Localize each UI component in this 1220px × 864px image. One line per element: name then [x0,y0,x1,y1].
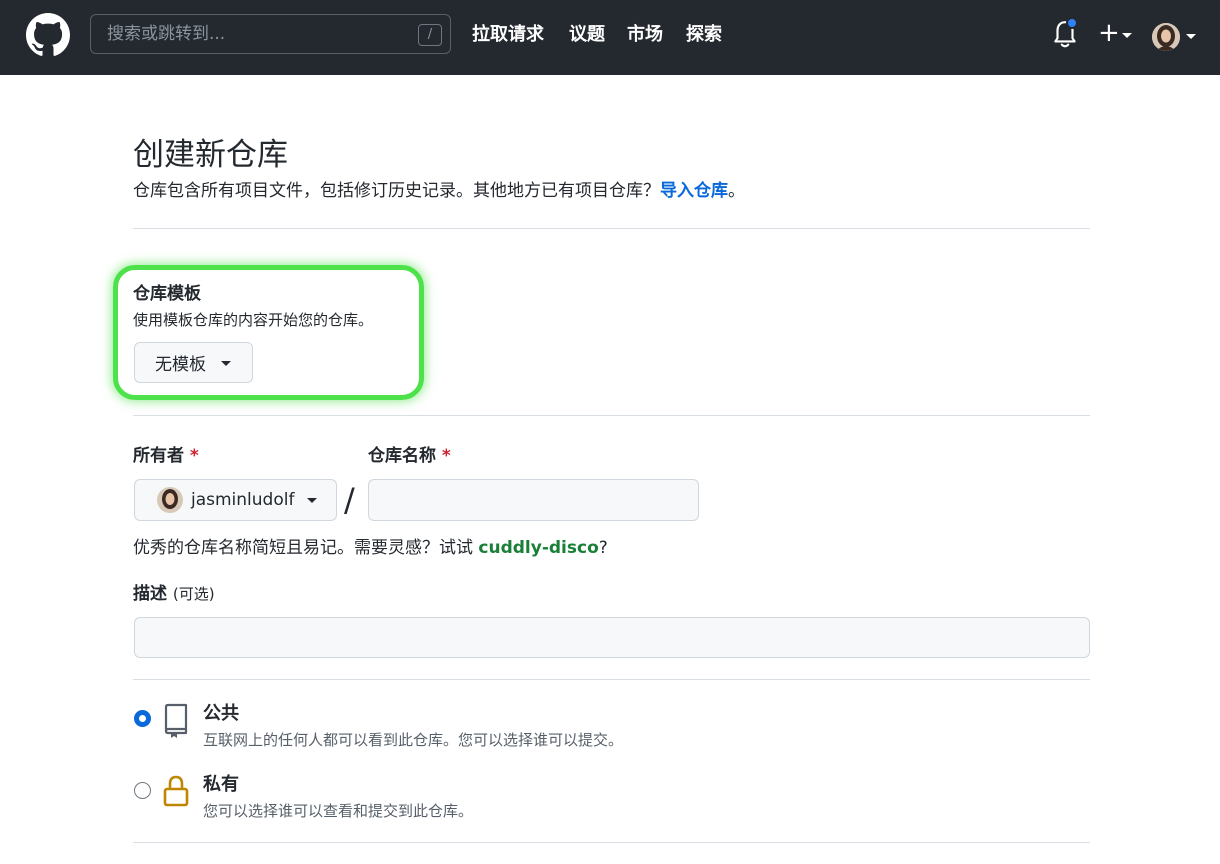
chevron-down-icon [1122,33,1132,38]
user-avatar[interactable] [1152,23,1180,51]
page-subtitle: 仓库包含所有项目文件，包括修订历史记录。其他地方已有项目仓库？导入仓库。 [133,181,745,201]
search-input[interactable] [91,15,411,53]
nav-explore[interactable]: 探索 [686,22,722,48]
visibility-public-radio[interactable] [134,710,151,727]
import-repository-link[interactable]: 导入仓库 [660,181,728,201]
repo-name-hint: 优秀的仓库名称简短且易记。需要灵感？试试 cuddly-disco? [133,538,608,558]
top-header: / 拉取请求 议题 市场 探索 + [0,0,1220,75]
visibility-private-title: 私有 [203,774,239,795]
visibility-private-radio[interactable] [134,782,151,799]
nav-issues[interactable]: 议题 [569,22,605,48]
description-input[interactable] [134,617,1090,658]
avatar-chevron-down-icon[interactable] [1186,34,1196,39]
template-dropdown-button[interactable]: 无模板 [134,342,253,383]
lock-icon [163,775,189,807]
chevron-down-icon [221,361,231,366]
avatar-portrait-icon [1152,23,1180,51]
divider [133,228,1090,229]
chevron-down-icon [307,498,317,503]
repo-book-icon [164,703,188,738]
repo-name-input[interactable] [368,479,699,521]
nav-pull-requests[interactable]: 拉取请求 [472,22,544,48]
github-logo-icon[interactable] [26,13,70,57]
divider [133,679,1090,680]
visibility-private-description: 您可以选择谁可以查看和提交到此仓库。 [203,802,474,820]
owner-dropdown-button[interactable]: jasminludolf [134,479,337,521]
search-box[interactable]: / [90,14,451,54]
visibility-public-description: 互联网上的任何人都可以看到此仓库。您可以选择谁可以提交。 [203,731,624,749]
plus-icon: + [1098,18,1120,48]
create-new-button[interactable]: + [1096,18,1136,50]
visibility-public-title: 公共 [203,703,239,724]
divider [133,842,1090,843]
divider [133,415,1090,416]
slash-shortcut-hint: / [418,24,442,46]
notification-dot [1066,17,1078,29]
repo-name-label: 仓库名称 * [368,446,451,466]
owner-avatar [157,487,183,513]
owner-repo-separator: / [344,481,355,519]
description-label: 描述 (可选) [133,584,215,604]
template-label: 仓库模板 [133,284,201,304]
owner-label: 所有者 * [133,446,199,466]
template-description: 使用模板仓库的内容开始您的仓库。 [133,311,374,329]
page-title: 创建新仓库 [133,137,288,173]
suggested-name-link[interactable]: cuddly-disco [478,538,598,558]
nav-marketplace[interactable]: 市场 [627,22,663,48]
